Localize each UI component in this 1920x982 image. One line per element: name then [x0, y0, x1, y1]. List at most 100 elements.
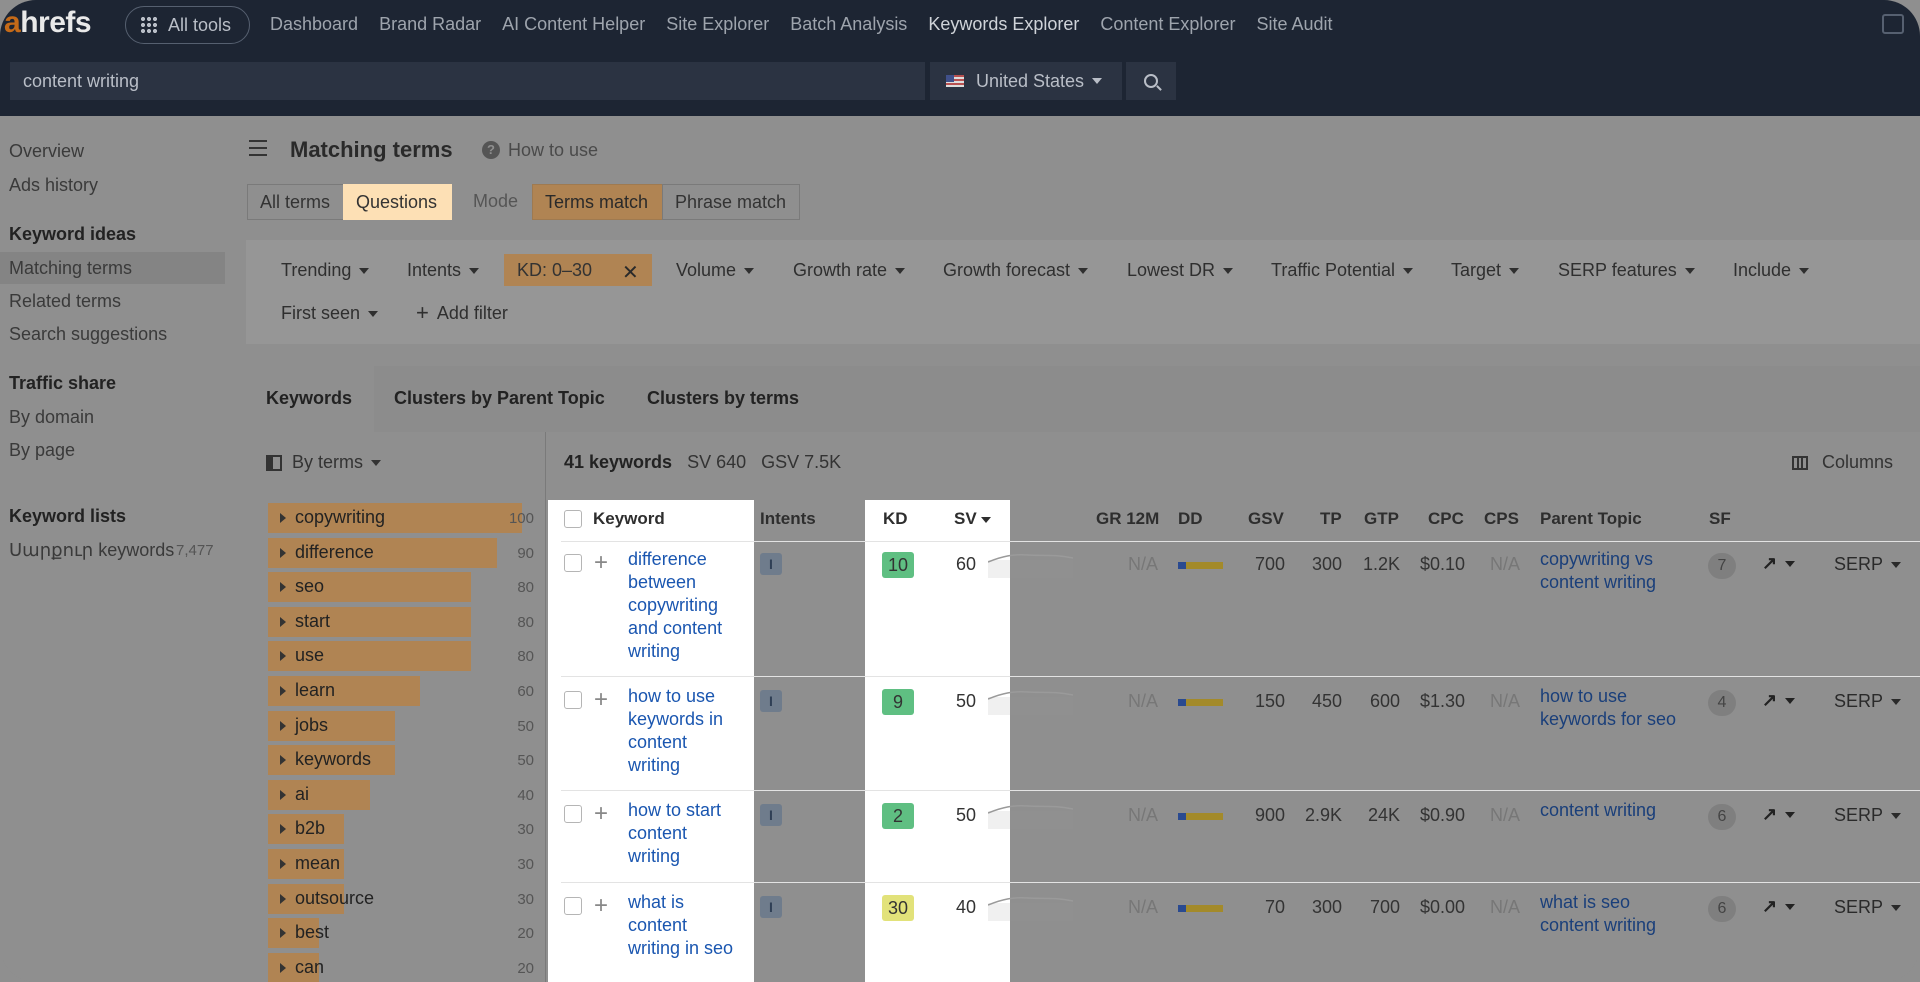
tab-all-terms[interactable]: All terms [247, 184, 344, 220]
expand-triangle-icon[interactable] [280, 547, 286, 558]
by-terms-dropdown[interactable]: By terms [266, 452, 382, 473]
expand-triangle-icon[interactable] [280, 582, 286, 593]
columns-button[interactable]: Columns [1792, 452, 1893, 473]
expand-triangle-icon[interactable] [280, 962, 286, 973]
row-checkbox[interactable] [564, 691, 582, 709]
nav-batch-analysis[interactable]: Batch Analysis [790, 14, 907, 35]
filter-growth-rate[interactable]: Growth rate [793, 260, 906, 281]
serp-features-count[interactable]: 6 [1708, 896, 1736, 922]
expand-triangle-icon[interactable] [280, 651, 286, 662]
col-header-tp[interactable]: TP [1320, 509, 1342, 529]
col-header-cpc[interactable]: CPC [1428, 509, 1464, 529]
menu-icon[interactable] [249, 140, 267, 156]
nav-brand-radar[interactable]: Brand Radar [379, 14, 481, 35]
serp-button[interactable]: SERP [1834, 897, 1902, 918]
serp-features-count[interactable]: 6 [1708, 804, 1736, 830]
select-all-checkbox[interactable] [564, 510, 582, 528]
filter-volume[interactable]: Volume [676, 260, 755, 281]
filter-target[interactable]: Target [1451, 260, 1520, 281]
col-header-cps[interactable]: CPS [1484, 509, 1519, 529]
tab-clusters-parent-topic[interactable]: Clusters by Parent Topic [394, 388, 605, 409]
trend-chart-button[interactable]: ↗ [1762, 690, 1796, 711]
filter-traffic-potential[interactable]: Traffic Potential [1271, 260, 1414, 281]
sidebar-item-keyword-list[interactable]: Սարքուր keywords [9, 540, 174, 561]
all-tools-button[interactable]: All tools [125, 6, 250, 44]
row-checkbox[interactable] [564, 554, 582, 572]
sidebar-item-related-terms[interactable]: Related terms [9, 291, 121, 312]
ahrefs-logo[interactable]: ahrefs [4, 6, 92, 40]
expand-triangle-icon[interactable] [280, 859, 286, 869]
sidebar-item-search-suggestions[interactable]: Search suggestions [9, 324, 167, 345]
row-checkbox[interactable] [564, 805, 582, 823]
filter-lowest-dr[interactable]: Lowest DR [1127, 260, 1234, 281]
nav-ai-content-helper[interactable]: AI Content Helper [502, 14, 645, 35]
col-header-gsv[interactable]: GSV [1248, 509, 1284, 529]
add-to-list-icon[interactable]: + [594, 688, 608, 712]
filter-trending[interactable]: Trending [281, 260, 370, 281]
nav-dashboard[interactable]: Dashboard [270, 14, 358, 35]
nav-site-explorer[interactable]: Site Explorer [666, 14, 769, 35]
keyword-link[interactable]: difference between copywriting and conte… [628, 548, 738, 663]
expand-triangle-icon[interactable] [280, 893, 286, 904]
serp-features-count[interactable]: 4 [1708, 690, 1736, 716]
add-to-list-icon[interactable]: + [594, 802, 608, 826]
filter-intents[interactable]: Intents [407, 260, 480, 281]
filter-growth-forecast[interactable]: Growth forecast [943, 260, 1089, 281]
row-checkbox[interactable] [564, 897, 582, 915]
tab-questions[interactable]: Questions [343, 184, 452, 220]
keyword-link[interactable]: what is content writing in seo [628, 891, 738, 960]
nav-keywords-explorer[interactable]: Keywords Explorer [928, 14, 1079, 35]
expand-triangle-icon[interactable] [280, 616, 286, 627]
keyword-link[interactable]: how to start content writing [628, 799, 738, 868]
add-filter-button[interactable]: + Add filter [416, 300, 508, 326]
parent-topic-link[interactable]: copywriting vs content writing [1540, 548, 1680, 594]
expand-triangle-icon[interactable] [280, 928, 286, 939]
how-to-use-link[interactable]: How to use [508, 140, 598, 161]
expand-triangle-icon[interactable] [280, 755, 286, 766]
expand-triangle-icon[interactable] [280, 824, 286, 835]
trend-chart-button[interactable]: ↗ [1762, 804, 1796, 825]
col-header-intents[interactable]: Intents [760, 509, 816, 529]
notifications-icon[interactable] [1882, 14, 1904, 34]
country-select[interactable]: United States [930, 62, 1122, 100]
filter-first-seen[interactable]: First seen [281, 303, 379, 324]
mode-phrase-match[interactable]: Phrase match [662, 184, 800, 220]
col-header-sv[interactable]: SV [954, 509, 991, 529]
sidebar-item-by-page[interactable]: By page [9, 440, 75, 461]
tab-clusters-terms[interactable]: Clusters by terms [647, 388, 799, 409]
close-icon[interactable]: ✕ [622, 260, 639, 285]
filter-serp-features[interactable]: SERP features [1558, 260, 1695, 281]
trend-chart-button[interactable]: ↗ [1762, 896, 1796, 917]
tab-keywords[interactable]: Keywords [266, 388, 352, 409]
sidebar-item-by-domain[interactable]: By domain [9, 407, 94, 428]
serp-button[interactable]: SERP [1834, 554, 1902, 575]
col-header-parent-topic[interactable]: Parent Topic [1540, 509, 1642, 529]
add-to-list-icon[interactable]: + [594, 894, 608, 918]
trend-chart-button[interactable]: ↗ [1762, 553, 1796, 574]
serp-features-count[interactable]: 7 [1708, 553, 1736, 579]
parent-topic-link[interactable]: content writing [1540, 799, 1680, 822]
sidebar-item-ads-history[interactable]: Ads history [9, 175, 98, 196]
filter-include[interactable]: Include [1733, 260, 1810, 281]
serp-button[interactable]: SERP [1834, 691, 1902, 712]
expand-triangle-icon[interactable] [280, 513, 286, 523]
help-icon[interactable]: ? [482, 141, 500, 159]
filter-kd-chip[interactable]: KD: 0–30 ✕ [504, 254, 652, 286]
keyword-link[interactable]: how to use keywords in content writing [628, 685, 738, 777]
mode-terms-match[interactable]: Terms match [532, 184, 663, 220]
keyword-search-input[interactable]: content writing [10, 62, 925, 100]
nav-site-audit[interactable]: Site Audit [1256, 14, 1332, 35]
col-header-gr12m[interactable]: GR 12M [1096, 509, 1159, 529]
expand-triangle-icon[interactable] [280, 789, 286, 800]
nav-content-explorer[interactable]: Content Explorer [1100, 14, 1235, 35]
col-header-dd[interactable]: DD [1178, 509, 1203, 529]
parent-topic-link[interactable]: how to use keywords for seo [1540, 685, 1680, 731]
expand-triangle-icon[interactable] [280, 686, 286, 696]
search-button[interactable] [1126, 62, 1176, 100]
col-header-kd[interactable]: KD [883, 509, 908, 529]
sidebar-item-matching-terms[interactable]: Matching terms [9, 258, 132, 279]
sidebar-item-overview[interactable]: Overview [9, 141, 84, 162]
col-header-gtp[interactable]: GTP [1364, 509, 1399, 529]
serp-button[interactable]: SERP [1834, 805, 1902, 826]
expand-triangle-icon[interactable] [280, 720, 286, 731]
